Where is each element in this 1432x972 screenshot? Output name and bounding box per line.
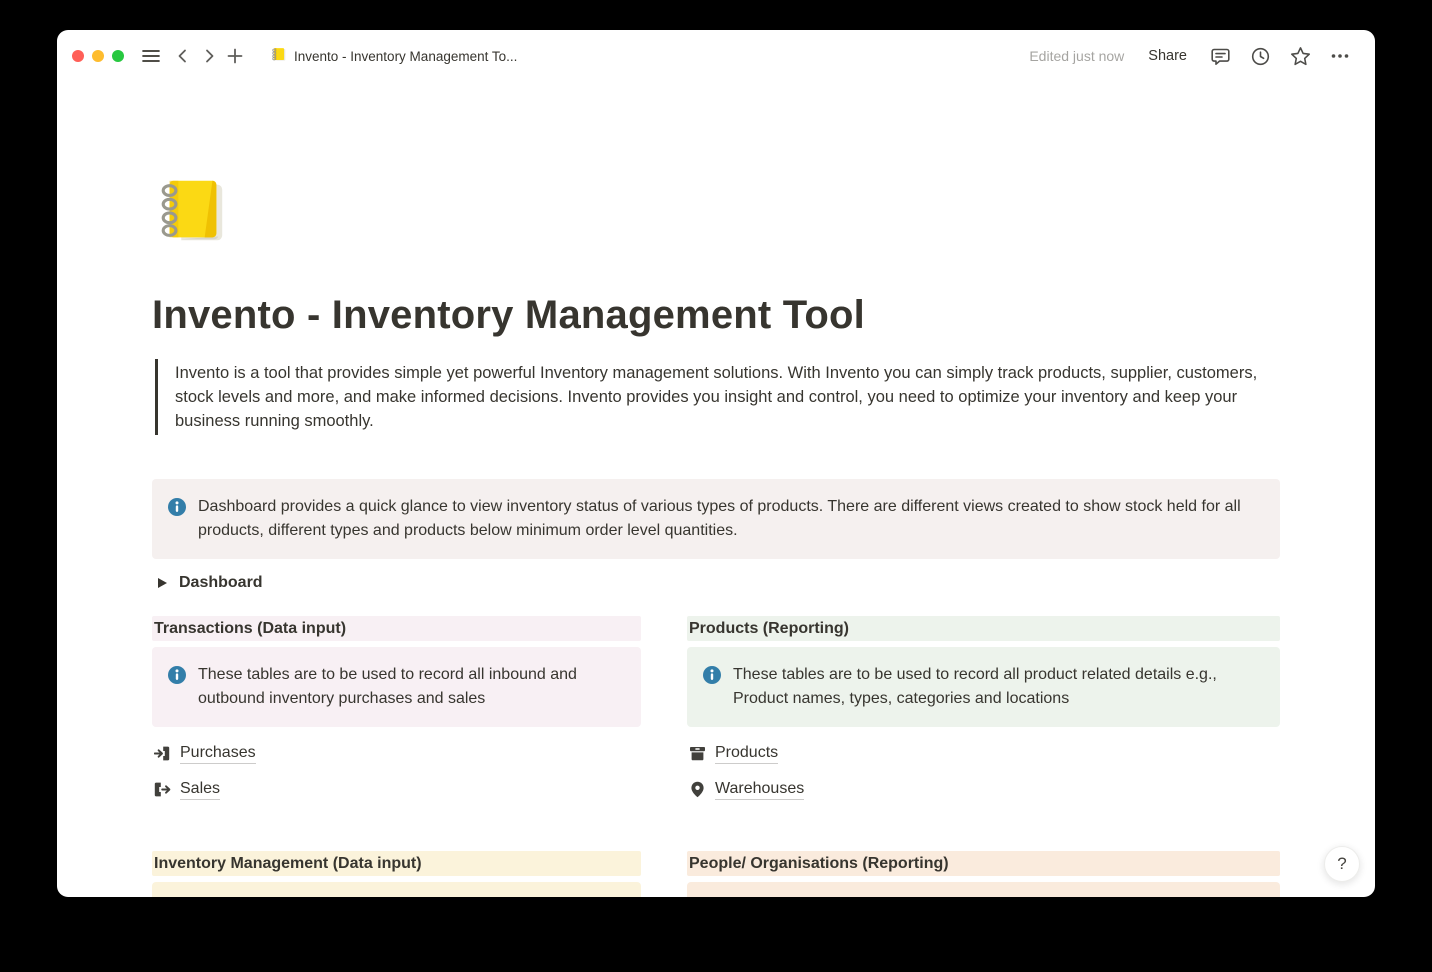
transactions-section: Transactions (Data input) These tables a… bbox=[152, 616, 641, 810]
transactions-header: Transactions (Data input) bbox=[152, 616, 641, 641]
dashboard-callout: Dashboard provides a quick glance to vie… bbox=[152, 479, 1280, 559]
inventory-management-header: Inventory Management (Data input) bbox=[152, 851, 641, 876]
products-header: Products (Reporting) bbox=[687, 616, 1280, 641]
products-page-link[interactable]: Products bbox=[687, 738, 1280, 768]
archive-box-icon bbox=[689, 745, 706, 762]
sidebar-menu-icon[interactable] bbox=[138, 43, 164, 69]
location-pin-icon bbox=[689, 781, 706, 798]
more-options-icon[interactable] bbox=[1327, 43, 1353, 69]
inventory-management-callout: These tables are to be used to record al… bbox=[152, 882, 641, 897]
dashboard-toggle[interactable]: Dashboard bbox=[152, 571, 1280, 595]
warehouses-link-label: Warehouses bbox=[715, 778, 804, 800]
comments-icon[interactable] bbox=[1207, 43, 1233, 69]
people-organisations-callout: These tables are to be used to record de… bbox=[687, 882, 1280, 897]
products-section: Products (Reporting) These tables are to… bbox=[687, 616, 1280, 810]
share-button[interactable]: Share bbox=[1148, 48, 1187, 64]
purchases-link-label: Purchases bbox=[180, 742, 256, 764]
transactions-callout: These tables are to be used to record al… bbox=[152, 647, 641, 727]
page-title[interactable]: Invento - Inventory Management Tool bbox=[152, 293, 1280, 338]
purchases-page-link[interactable]: Purchases bbox=[152, 738, 641, 768]
inventory-management-section: Inventory Management (Data input) These … bbox=[152, 851, 641, 897]
tab-title[interactable]: Invento - Inventory Management To... bbox=[270, 46, 517, 66]
new-tab-icon[interactable] bbox=[222, 43, 248, 69]
exit-door-icon bbox=[154, 781, 171, 798]
enter-door-icon bbox=[154, 745, 171, 762]
warehouses-page-link[interactable]: Warehouses bbox=[687, 774, 1280, 804]
products-link-label: Products bbox=[715, 742, 778, 764]
minimize-window-button[interactable] bbox=[92, 50, 104, 62]
close-window-button[interactable] bbox=[72, 50, 84, 62]
dashboard-callout-text: Dashboard provides a quick glance to vie… bbox=[198, 495, 1264, 543]
help-button[interactable]: ? bbox=[1324, 846, 1360, 882]
info-icon bbox=[168, 498, 186, 543]
favorite-star-icon[interactable] bbox=[1287, 43, 1313, 69]
info-icon bbox=[703, 666, 721, 711]
history-clock-icon[interactable] bbox=[1247, 43, 1273, 69]
products-callout-text: These tables are to be used to record al… bbox=[733, 663, 1264, 711]
people-organisations-section: People/ Organisations (Reporting) These … bbox=[687, 851, 1280, 897]
intro-quote: Invento is a tool that provides simple y… bbox=[155, 359, 1280, 435]
back-icon[interactable] bbox=[170, 43, 196, 69]
window-controls bbox=[67, 50, 124, 62]
toggle-triangle-icon bbox=[158, 578, 167, 588]
tab-title-label: Invento - Inventory Management To... bbox=[294, 49, 517, 64]
titlebar: Invento - Inventory Management To... Edi… bbox=[57, 30, 1375, 82]
ledger-emoji-icon bbox=[270, 46, 287, 66]
forward-icon[interactable] bbox=[196, 43, 222, 69]
people-organisations-header: People/ Organisations (Reporting) bbox=[687, 851, 1280, 876]
edited-status: Edited just now bbox=[1029, 48, 1124, 64]
page-icon-ledger-emoji[interactable] bbox=[152, 172, 230, 250]
dashboard-toggle-label: Dashboard bbox=[179, 574, 263, 592]
products-callout: These tables are to be used to record al… bbox=[687, 647, 1280, 727]
zoom-window-button[interactable] bbox=[112, 50, 124, 62]
sales-page-link[interactable]: Sales bbox=[152, 774, 641, 804]
sales-link-label: Sales bbox=[180, 778, 220, 800]
transactions-callout-text: These tables are to be used to record al… bbox=[198, 663, 625, 711]
info-icon bbox=[168, 666, 186, 711]
app-window: Invento - Inventory Management To... Edi… bbox=[57, 30, 1375, 897]
